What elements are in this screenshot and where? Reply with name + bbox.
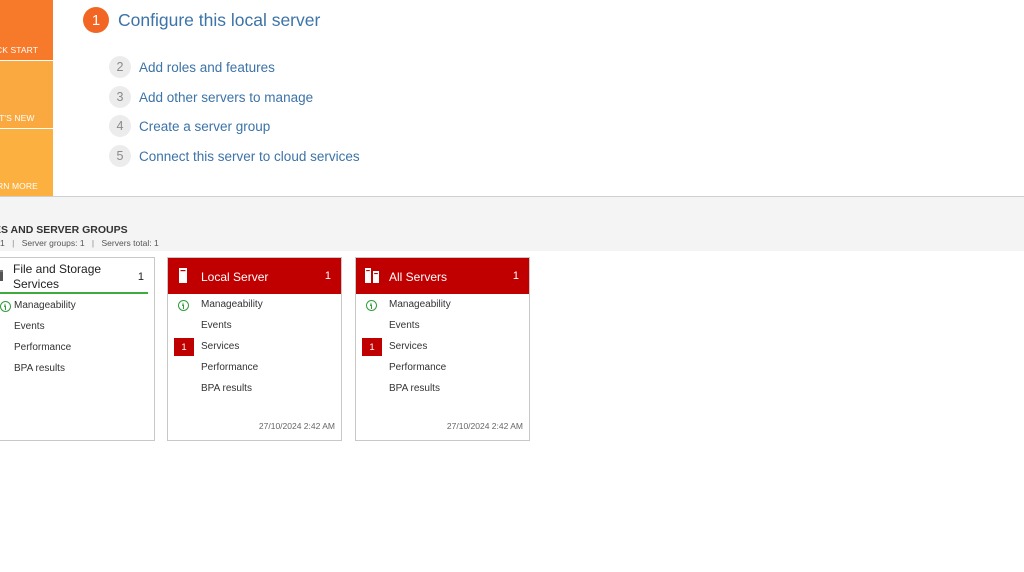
last-updated-timestamp: 27/10/2024 2:42 AM — [446, 421, 523, 431]
performance-row[interactable]: Performance — [389, 362, 446, 373]
file-storage-services-card[interactable]: File and Storage Services 1 Manageabilit… — [0, 257, 155, 441]
services-row[interactable]: Services — [389, 341, 427, 352]
card-header[interactable]: File and Storage Services 1 — [0, 258, 154, 294]
step-number: 1 — [83, 7, 109, 33]
storage-icon — [0, 270, 3, 281]
quick-start-label: CK START — [0, 45, 39, 55]
server-icon — [179, 268, 187, 283]
section-title: ES AND SERVER GROUPS — [0, 224, 128, 236]
card-header[interactable]: All Servers 1 — [356, 258, 529, 294]
step-number: 3 — [109, 86, 131, 108]
summary-separator: | — [12, 238, 15, 248]
events-row[interactable]: Events — [389, 320, 420, 331]
server-groups-count: Server groups: 1 — [21, 238, 85, 248]
manageability-up-icon — [366, 300, 377, 311]
manageability-row[interactable]: Manageability — [14, 300, 76, 311]
card-count: 1 — [137, 271, 144, 283]
step-link[interactable]: Connect this server to cloud services — [139, 149, 360, 164]
learn-more-tile[interactable]: RN MORE — [0, 129, 53, 196]
step-link[interactable]: Configure this local server — [118, 10, 320, 31]
card-title: Local Server — [201, 270, 269, 284]
manageability-up-icon — [178, 300, 189, 311]
card-count: 1 — [512, 270, 519, 282]
services-row[interactable]: Services — [201, 341, 239, 352]
step-create-group[interactable]: 4 Create a server group — [109, 115, 270, 137]
step-number: 4 — [109, 115, 131, 137]
local-server-card[interactable]: Local Server 1 Manageability Events 1 Se… — [167, 257, 342, 441]
card-title: File and Storage Services — [13, 262, 102, 291]
step-link[interactable]: Create a server group — [139, 119, 270, 134]
servers-total-count: Servers total: 1 — [101, 238, 159, 248]
summary-separator: | — [91, 238, 95, 248]
quick-start-tile[interactable]: CK START — [0, 0, 53, 60]
services-badge[interactable]: 1 — [174, 338, 194, 356]
step-add-servers[interactable]: 3 Add other servers to manage — [109, 86, 313, 108]
bpa-results-row[interactable]: BPA results — [201, 383, 252, 394]
last-updated-timestamp: 27/10/2024 2:42 AM — [258, 421, 335, 431]
card-title: All Servers — [389, 270, 448, 284]
manageability-row[interactable]: Manageability — [389, 299, 451, 310]
all-servers-card[interactable]: All Servers 1 Manageability Events 1 Ser… — [355, 257, 530, 441]
step-link[interactable]: Add other servers to manage — [139, 90, 313, 105]
learn-more-label: RN MORE — [0, 181, 38, 191]
bpa-results-row[interactable]: BPA results — [389, 383, 440, 394]
step-connect-cloud[interactable]: 5 Connect this server to cloud services — [109, 145, 360, 167]
status-bar — [0, 292, 148, 294]
roles-count: 1 — [0, 238, 5, 248]
step-add-roles[interactable]: 2 Add roles and features — [109, 56, 275, 78]
card-count: 1 — [324, 270, 331, 282]
performance-row[interactable]: Performance — [14, 342, 71, 353]
step-link[interactable]: Add roles and features — [139, 60, 275, 75]
whats-new-label: AT'S NEW — [0, 113, 35, 123]
step-number: 2 — [109, 56, 131, 78]
servers-icon — [365, 268, 379, 283]
events-row[interactable]: Events — [14, 321, 45, 332]
step-configure-local-server[interactable]: 1 Configure this local server — [83, 7, 320, 33]
bpa-results-row[interactable]: BPA results — [14, 363, 65, 374]
events-row[interactable]: Events — [201, 320, 232, 331]
section-summary: 1 | Server groups: 1 | Servers total: 1 — [0, 238, 159, 248]
whats-new-tile[interactable]: AT'S NEW — [0, 61, 53, 128]
step-number: 5 — [109, 145, 131, 167]
manageability-up-icon — [0, 301, 11, 312]
manageability-row[interactable]: Manageability — [201, 299, 263, 310]
performance-row[interactable]: Performance — [201, 362, 258, 373]
services-badge[interactable]: 1 — [362, 338, 382, 356]
card-header[interactable]: Local Server 1 — [168, 258, 341, 294]
